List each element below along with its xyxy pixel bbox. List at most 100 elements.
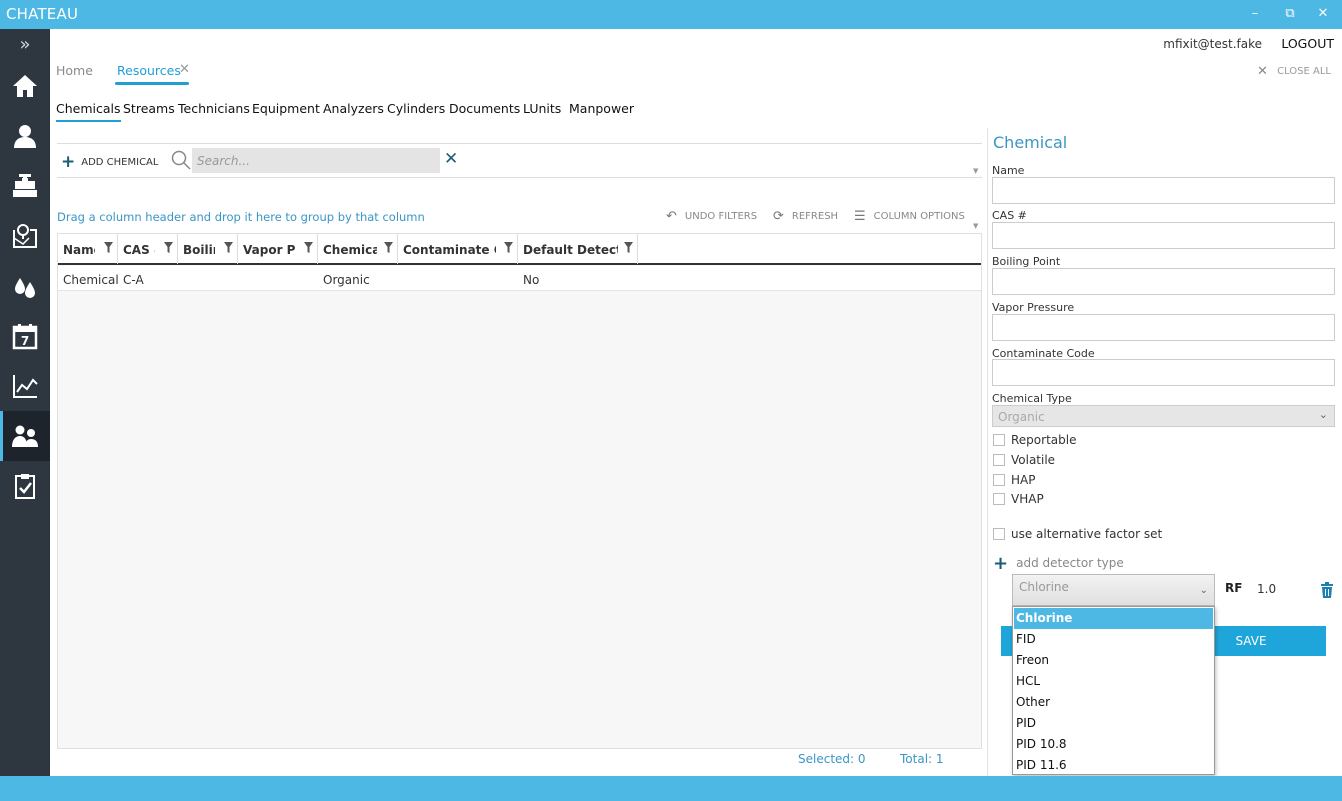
checkbox-box xyxy=(993,493,1005,505)
dropdown-option-hcl[interactable]: HCL xyxy=(1014,671,1213,692)
cas-label: CAS # xyxy=(992,209,1027,222)
dropdown-option-chlorine[interactable]: Chlorine xyxy=(1014,608,1213,629)
column-header-contaminate-code[interactable]: Contaminate Code xyxy=(398,234,518,264)
search-icon xyxy=(171,150,191,170)
clear-search-icon[interactable]: ✕ xyxy=(444,149,458,169)
dropdown-option-pid[interactable]: PID xyxy=(1014,713,1213,734)
cell-name: Chemical xyxy=(63,273,119,287)
vhap-label: VHAP xyxy=(1011,492,1044,506)
calendar-icon: 7 xyxy=(12,324,38,350)
filter-icon[interactable] xyxy=(624,242,633,253)
tab-cylinders[interactable]: Cylinders xyxy=(387,101,445,116)
trash-icon[interactable] xyxy=(1320,582,1334,598)
dropdown-option-pid-10-8[interactable]: PID 10.8 xyxy=(1014,734,1213,755)
vapor-pressure-field[interactable] xyxy=(992,314,1335,341)
checkbox-box xyxy=(993,474,1005,486)
tab-resources[interactable]: Resources xyxy=(115,63,189,85)
sidebar-item-resources[interactable] xyxy=(0,411,50,461)
hap-label: HAP xyxy=(1011,473,1036,487)
dropdown-option-pid-11-6[interactable]: PID 11.6 xyxy=(1014,755,1213,776)
sidebar-expand-button[interactable]: » xyxy=(0,29,50,59)
close-all-button[interactable]: ✕ CLOSE ALL xyxy=(1257,64,1331,79)
chart-icon xyxy=(13,375,38,398)
filter-icon[interactable] xyxy=(224,242,233,253)
column-options-button[interactable]: ☰ COLUMN OPTIONS xyxy=(854,209,965,224)
tab-documents[interactable]: Documents xyxy=(449,101,520,116)
drops-icon xyxy=(15,278,35,298)
dropdown-option-other[interactable]: Other xyxy=(1014,692,1213,713)
sidebar: » 7 xyxy=(0,29,50,776)
group-by-hint[interactable]: Drag a column header and drop it here to… xyxy=(57,210,425,224)
tab-streams[interactable]: Streams xyxy=(123,101,175,116)
add-detector-type-button[interactable]: + add detector type xyxy=(993,553,1124,574)
filter-icon[interactable] xyxy=(304,242,313,253)
tab-analyzers[interactable]: Analyzers xyxy=(323,101,384,116)
refresh-button[interactable]: ⟳ REFRESH xyxy=(773,209,838,224)
panel-divider xyxy=(987,128,988,776)
chemical-type-select[interactable]: Organic ⌄ xyxy=(992,405,1335,427)
column-header-chemical-type[interactable]: Chemical Type xyxy=(318,234,398,264)
dropdown-option-freon[interactable]: Freon xyxy=(1014,650,1213,671)
cell-cas: C-A xyxy=(123,273,144,287)
filter-icon[interactable] xyxy=(384,242,393,253)
column-header-vapor-pressure[interactable]: Vapor Pressure xyxy=(238,234,318,264)
column-header-boiling-point[interactable]: Boiling Point xyxy=(178,234,238,264)
refresh-icon: ⟳ xyxy=(773,209,784,224)
minimize-button[interactable]: – xyxy=(1245,4,1265,24)
tab-chemicals[interactable]: Chemicals xyxy=(56,101,121,122)
rf-value[interactable]: 1.0 xyxy=(1257,582,1276,596)
add-chemical-button[interactable]: + ADD CHEMICAL xyxy=(61,152,158,172)
close-window-button[interactable]: ✕ xyxy=(1313,4,1333,24)
search-input[interactable] xyxy=(192,148,440,173)
add-detector-label: add detector type xyxy=(1016,556,1124,570)
cas-field[interactable] xyxy=(992,222,1335,249)
detector-type-value: Chlorine xyxy=(1019,580,1069,594)
chevron-down-icon: ⌄ xyxy=(1199,585,1208,596)
plus-icon: + xyxy=(993,553,1009,574)
grid-overflow-icon[interactable]: ▼ xyxy=(973,222,978,230)
filter-icon[interactable] xyxy=(164,242,173,253)
grid-header: Name CAS # Boiling Point Vapor Pressure … xyxy=(58,234,981,265)
sidebar-item-chemicals[interactable] xyxy=(0,261,50,311)
detector-type-select[interactable]: Chlorine ⌄ xyxy=(1012,574,1215,606)
tab-technicians[interactable]: Technicians xyxy=(178,101,250,116)
chemical-type-label: Chemical Type xyxy=(992,392,1072,405)
filter-icon[interactable] xyxy=(104,242,113,253)
add-chemical-label: ADD CHEMICAL xyxy=(81,157,159,168)
filter-icon[interactable] xyxy=(504,242,513,253)
sidebar-item-streams[interactable] xyxy=(0,161,50,211)
sidebar-item-trends[interactable] xyxy=(0,361,50,411)
name-label: Name xyxy=(992,164,1025,177)
home-icon xyxy=(13,75,37,97)
refresh-label: REFRESH xyxy=(791,211,839,222)
sidebar-item-user[interactable] xyxy=(0,111,50,161)
column-header-default-detector[interactable]: Default Detector xyxy=(518,234,638,264)
sidebar-item-home[interactable] xyxy=(0,61,50,111)
tab-home[interactable]: Home xyxy=(56,63,93,78)
tab-lunits[interactable]: LUnits xyxy=(523,101,561,116)
undo-filters-button[interactable]: ↶ UNDO FILTERS xyxy=(666,209,757,224)
sidebar-item-calendar[interactable]: 7 xyxy=(0,311,50,361)
dropdown-option-fid[interactable]: FID xyxy=(1014,629,1213,650)
pipe-valve-icon xyxy=(13,174,37,197)
column-header-name[interactable]: Name xyxy=(58,234,118,264)
tab-equipment[interactable]: Equipment xyxy=(252,101,320,116)
sidebar-item-tasks[interactable] xyxy=(0,461,50,511)
boiling-point-field[interactable] xyxy=(992,268,1335,295)
tab-manpower[interactable]: Manpower xyxy=(569,101,634,116)
column-header-cas[interactable]: CAS # xyxy=(118,234,178,264)
people-icon xyxy=(12,425,38,447)
tab-resources-close-icon[interactable]: ✕ xyxy=(179,62,190,77)
sidebar-item-map[interactable] xyxy=(0,211,50,261)
vapor-pressure-label: Vapor Pressure xyxy=(992,301,1075,314)
table-row[interactable]: Chemical C-A Organic No xyxy=(58,266,981,291)
user-icon xyxy=(14,125,36,148)
name-field[interactable] xyxy=(992,177,1335,204)
grid-toolbar: + ADD CHEMICAL ✕ ▼ xyxy=(57,143,982,178)
title-bar: CHATEAU – ⧉ ✕ xyxy=(0,0,1342,29)
toolbar-overflow-icon[interactable]: ▼ xyxy=(973,167,978,175)
contaminate-code-field[interactable] xyxy=(992,359,1335,386)
restore-button[interactable]: ⧉ xyxy=(1280,4,1300,24)
logout-button[interactable]: LOGOUT xyxy=(1281,36,1334,51)
total-count: Total: 1 xyxy=(900,752,944,766)
